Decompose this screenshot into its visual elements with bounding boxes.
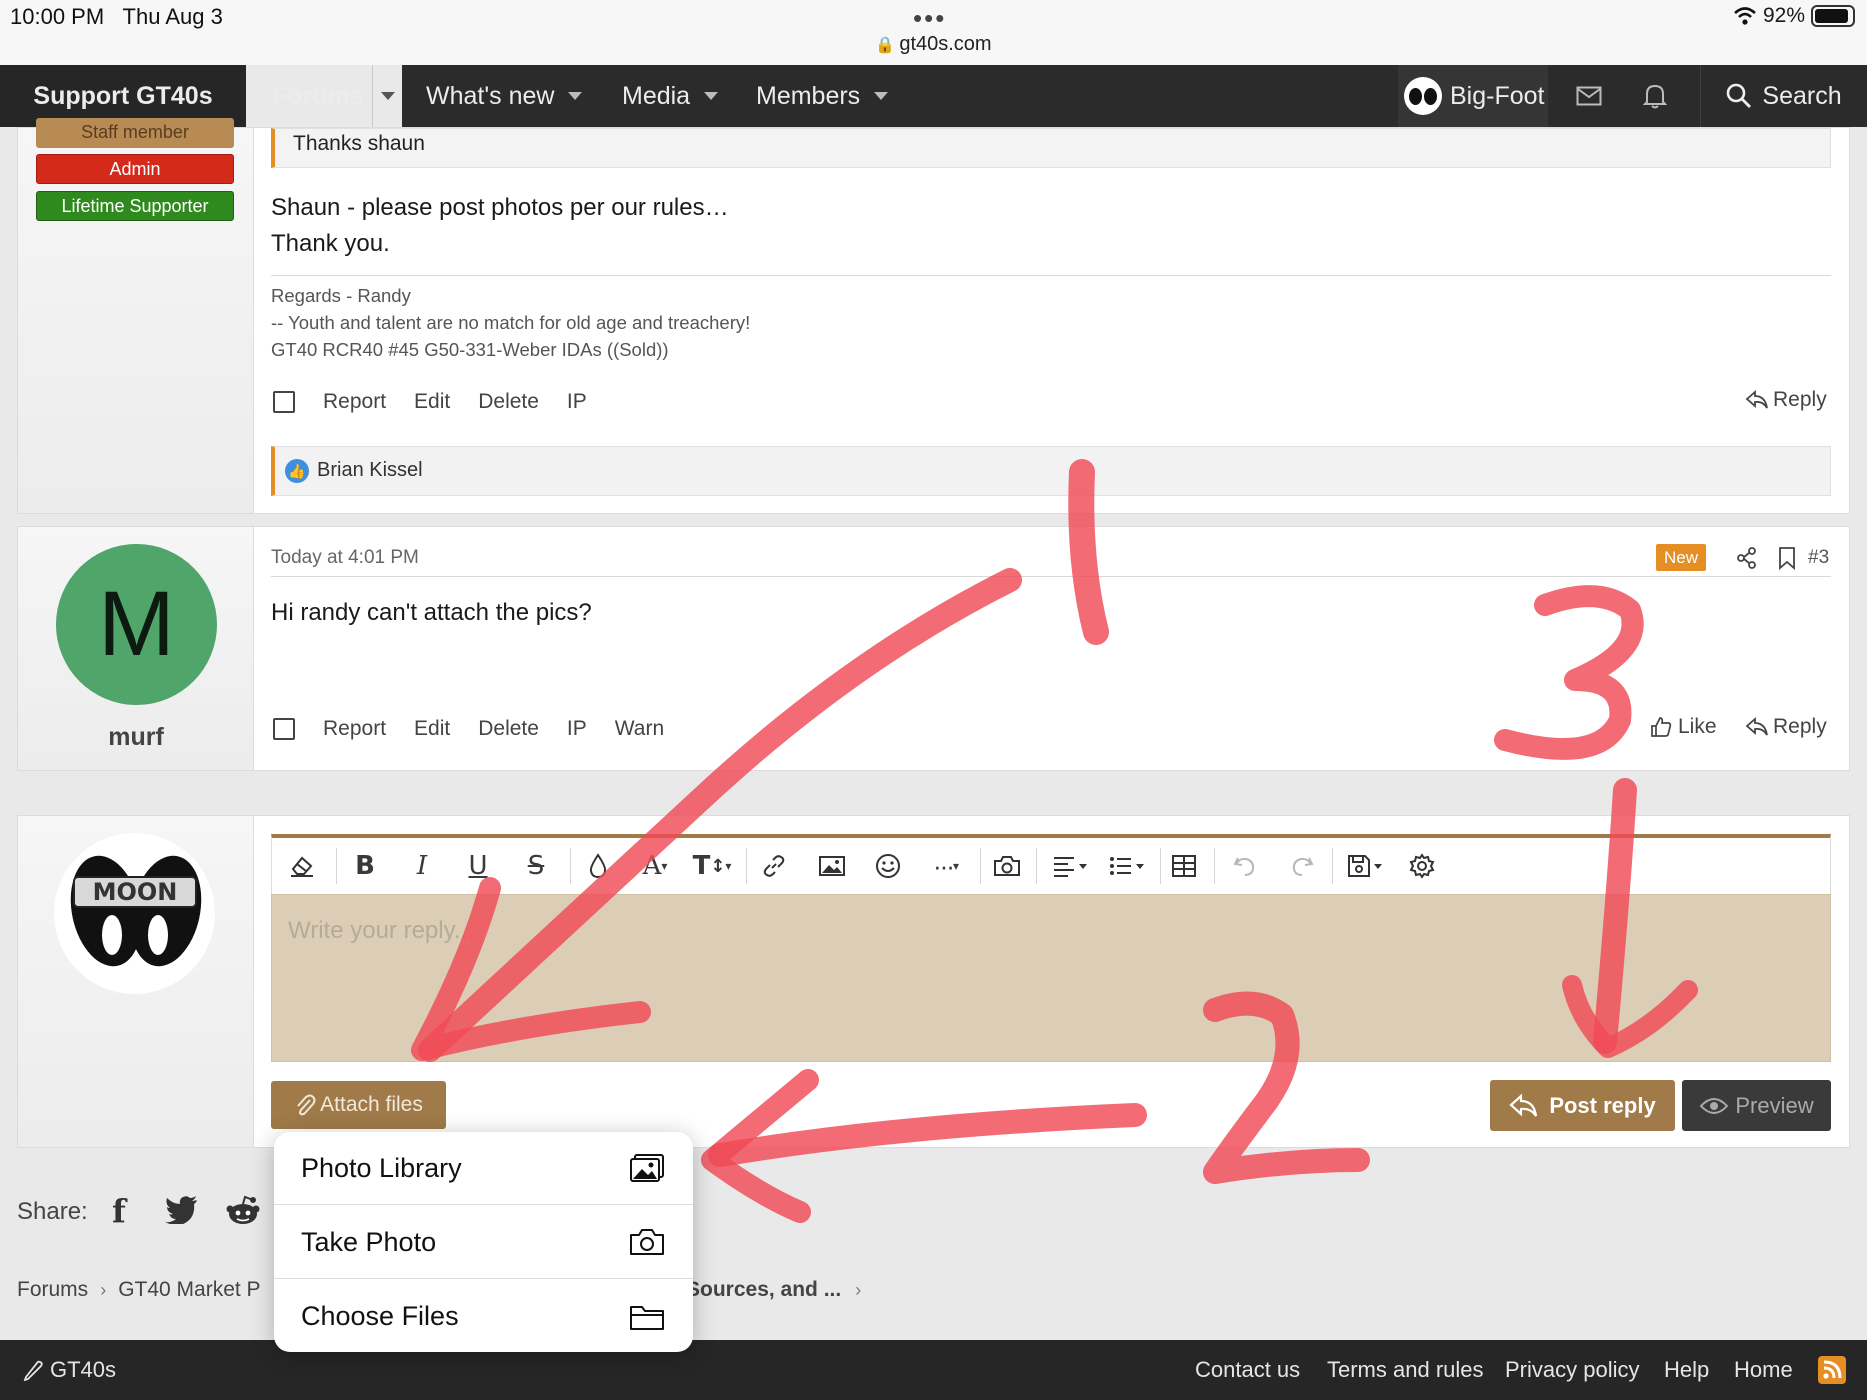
camera-icon [630,1229,664,1255]
attach-menu: Photo Library Take Photo Choose Files [274,1132,693,1352]
annotation-arrow-3-head [1562,975,1698,1058]
annotation-arrow-3 [1593,778,1637,1054]
annotation-2-digit [1203,991,1370,1184]
take-photo-option[interactable]: Take Photo [274,1206,693,1279]
annotation-3-digit [1494,585,1644,760]
annotation-arrow-1 [418,568,1022,1062]
menu-item-label: Photo Library [301,1152,462,1183]
annotation-arrow-2 [708,1103,1147,1167]
menu-item-label: Take Photo [301,1226,437,1257]
photos-icon [630,1154,664,1182]
menu-item-label: Choose Files [301,1301,459,1331]
folder-icon [630,1305,664,1330]
photo-library-option[interactable]: Photo Library [274,1132,693,1205]
annotation-1-digit [1068,459,1109,645]
choose-files-option[interactable]: Choose Files [274,1280,693,1352]
